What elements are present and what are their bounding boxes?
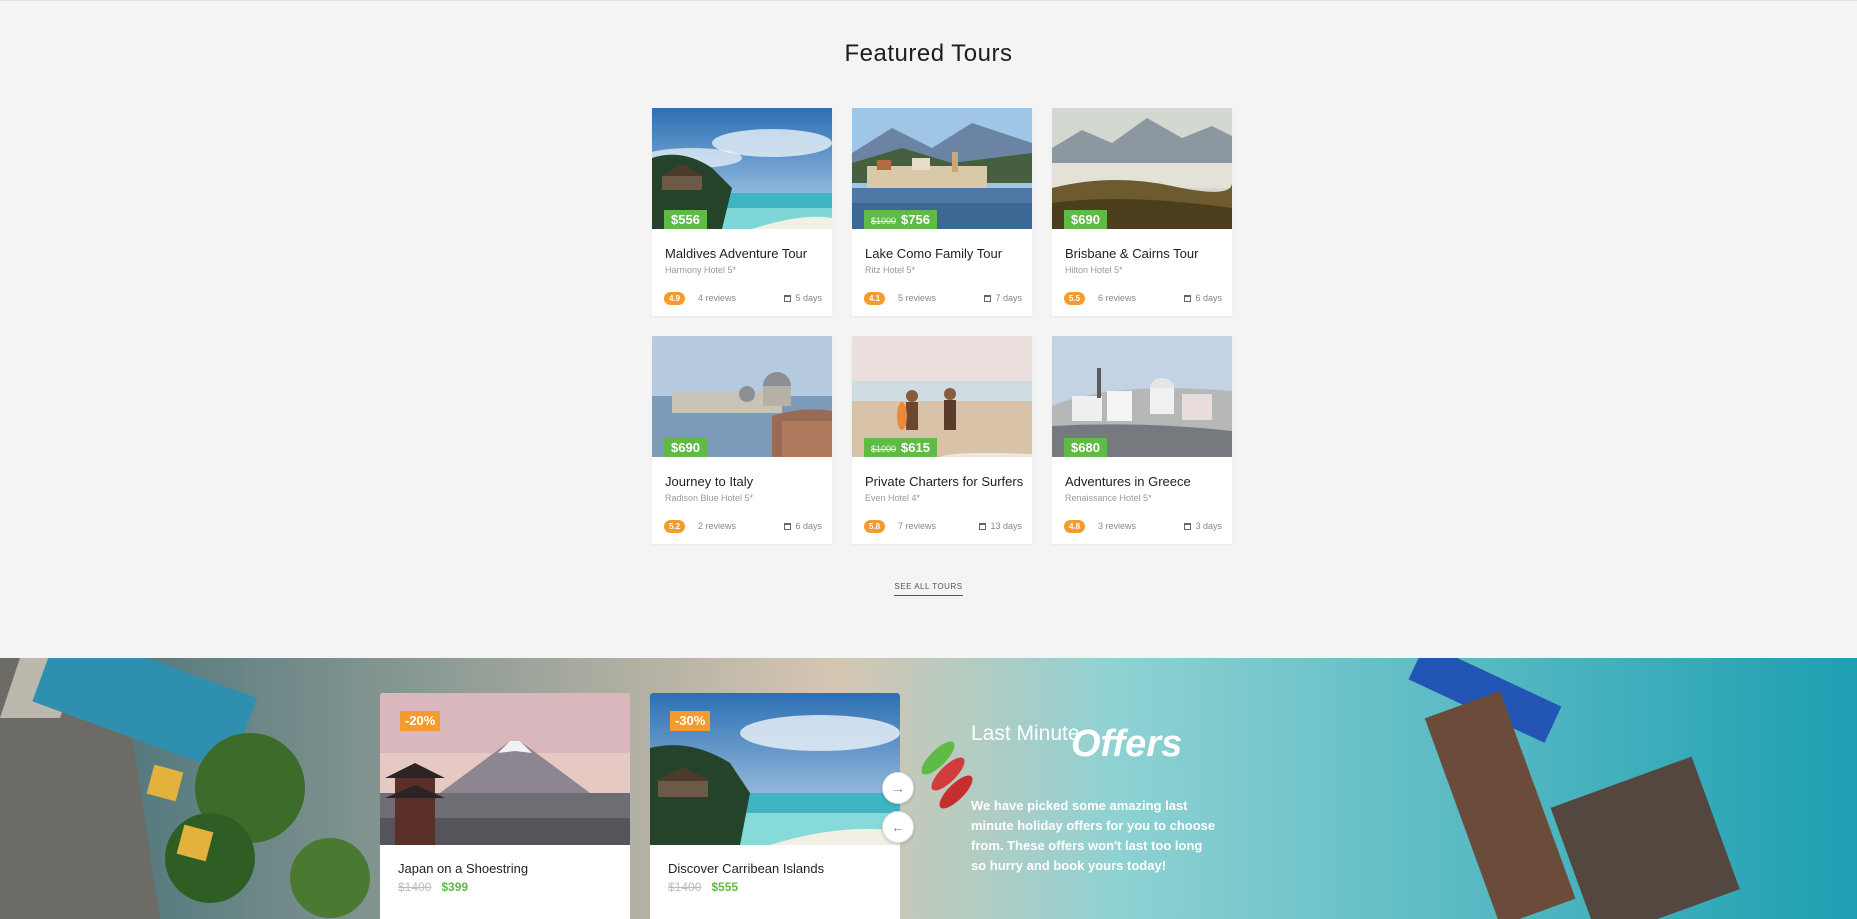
rating-badge: 4.9	[664, 292, 686, 305]
days-label: 5 days	[795, 293, 822, 303]
heading-big: Offers	[1071, 723, 1183, 765]
offer-card-japan[interactable]: -20% Japan on a Shoestring $1400 $399	[380, 693, 630, 919]
tour-hotel: Renaissance Hotel 5*	[1065, 493, 1152, 503]
see-all-tours-link[interactable]: SEE ALL TOURS	[894, 582, 963, 596]
reviews-count: 5 reviews	[898, 293, 937, 303]
tour-image[interactable]: $690	[652, 336, 832, 457]
days-label: 13 days	[990, 521, 1022, 531]
price: $399	[441, 880, 469, 894]
tour-card-italy[interactable]: $690 Journey to Italy Radison Blue Hotel…	[652, 336, 832, 544]
tour-image[interactable]: $1000 $615	[852, 336, 1032, 457]
discount-badge: -20%	[400, 711, 441, 731]
calendar-icon	[784, 522, 792, 530]
last-minute-offers-section: -20% Japan on a Shoestring $1400 $399 -30…	[0, 658, 1857, 919]
rating-badge: 5.5	[1064, 292, 1086, 305]
price: $556	[671, 212, 700, 227]
offer-title[interactable]: Discover Carribean Islands	[668, 861, 824, 876]
price: $555	[711, 880, 739, 894]
rating-badge: 5.2	[664, 520, 686, 533]
price-badge: $680	[1064, 438, 1107, 457]
section-title: Featured Tours	[844, 40, 1013, 67]
offer-prices: $1400 $399	[398, 880, 468, 894]
tour-card-lake-como[interactable]: $1000 $756 Lake Como Family Tour Ritz Hot…	[852, 108, 1032, 316]
reviews-count: 6 reviews	[1098, 293, 1137, 303]
tour-hotel: Hilton Hotel 5*	[1065, 265, 1123, 275]
days-label: 6 days	[1195, 293, 1222, 303]
price-badge: $1000 $615	[864, 438, 937, 457]
offer-title[interactable]: Japan on a Shoestring	[398, 861, 528, 876]
reviews-count: 4 reviews	[698, 293, 737, 303]
rating-badge: 5.8	[864, 520, 886, 533]
featured-tours-section: Featured Tours $556 Maldives Adventure T…	[0, 0, 1857, 658]
price: $615	[901, 440, 930, 455]
calendar-icon	[784, 294, 792, 302]
old-price: $1000	[871, 216, 897, 226]
heading-small: Last Minute	[971, 722, 1080, 745]
see-all-tours: SEE ALL TOURS	[0, 576, 1857, 596]
tour-image[interactable]: $680	[1052, 336, 1232, 457]
duration: 13 days	[979, 521, 1022, 531]
tour-title[interactable]: Adventures in Greece	[1065, 474, 1191, 489]
old-price: $1400	[668, 880, 702, 894]
duration: 5 days	[784, 293, 822, 303]
tour-card-brisbane[interactable]: $690 Brisbane & Cairns Tour Hilton Hotel…	[1052, 108, 1232, 316]
rating-badge: 4.1	[864, 292, 886, 305]
discount-badge: -30%	[670, 711, 711, 731]
days-label: 6 days	[795, 521, 822, 531]
carousel-next-button[interactable]: →	[882, 772, 914, 804]
tour-hotel: Even Hotel 4*	[865, 493, 921, 503]
price-badge: $690	[664, 438, 707, 457]
calendar-icon	[984, 294, 992, 302]
tour-title[interactable]: Journey to Italy	[665, 474, 753, 489]
price: $690	[671, 440, 700, 455]
arrow-left-icon: ←	[891, 819, 905, 835]
days-label: 3 days	[1195, 521, 1222, 531]
offers-description: We have picked some amazing last minute …	[971, 798, 1216, 873]
decorative-leaves-icon	[921, 741, 973, 809]
tour-title[interactable]: Brisbane & Cairns Tour	[1065, 246, 1198, 261]
offer-card-carribean[interactable]: -30% Discover Carribean Islands $1400 $55…	[650, 693, 900, 919]
calendar-icon	[1184, 294, 1192, 302]
tour-image[interactable]: $690	[1052, 108, 1232, 229]
duration: 6 days	[1184, 293, 1222, 303]
tour-image[interactable]: $556	[652, 108, 832, 229]
old-price: $1400	[398, 880, 432, 894]
tour-title[interactable]: Maldives Adventure Tour	[665, 246, 807, 261]
price-badge: $556	[664, 210, 707, 229]
days-label: 7 days	[995, 293, 1022, 303]
tour-card-surfers[interactable]: $1000 $615 Private Charters for Surfers E…	[852, 336, 1032, 544]
carousel-prev-button[interactable]: ←	[882, 811, 914, 843]
duration: 6 days	[784, 521, 822, 531]
calendar-icon	[1184, 522, 1192, 530]
duration: 3 days	[1184, 521, 1222, 531]
reviews-count: 7 reviews	[898, 521, 937, 531]
arrow-right-icon: →	[891, 780, 905, 796]
price: $680	[1071, 440, 1100, 455]
duration: 7 days	[984, 293, 1022, 303]
old-price: $1000	[871, 444, 897, 454]
tour-card-maldives[interactable]: $556 Maldives Adventure Tour Harmony Hot…	[652, 108, 832, 316]
price: $690	[1071, 212, 1100, 227]
rating-badge: 4.8	[1064, 520, 1086, 533]
tour-hotel: Ritz Hotel 5*	[865, 265, 916, 275]
offer-prices: $1400 $555	[668, 880, 738, 894]
tour-card-greece[interactable]: $680 Adventures in Greece Renaissance Ho…	[1052, 336, 1232, 544]
price-badge: $1000 $756	[864, 210, 937, 229]
price-badge: $690	[1064, 210, 1107, 229]
calendar-icon	[979, 522, 987, 530]
price: $756	[901, 212, 930, 227]
tour-title[interactable]: Private Charters for Surfers	[865, 474, 1023, 489]
tour-hotel: Harmony Hotel 5*	[665, 265, 737, 275]
tour-image[interactable]: $1000 $756	[852, 108, 1032, 229]
tour-hotel: Radison Blue Hotel 5*	[665, 493, 754, 503]
reviews-count: 3 reviews	[1098, 521, 1137, 531]
tour-title[interactable]: Lake Como Family Tour	[865, 246, 1002, 261]
offer-image[interactable]: -30%	[650, 693, 900, 845]
offer-image[interactable]: -20%	[380, 693, 630, 845]
reviews-count: 2 reviews	[698, 521, 737, 531]
